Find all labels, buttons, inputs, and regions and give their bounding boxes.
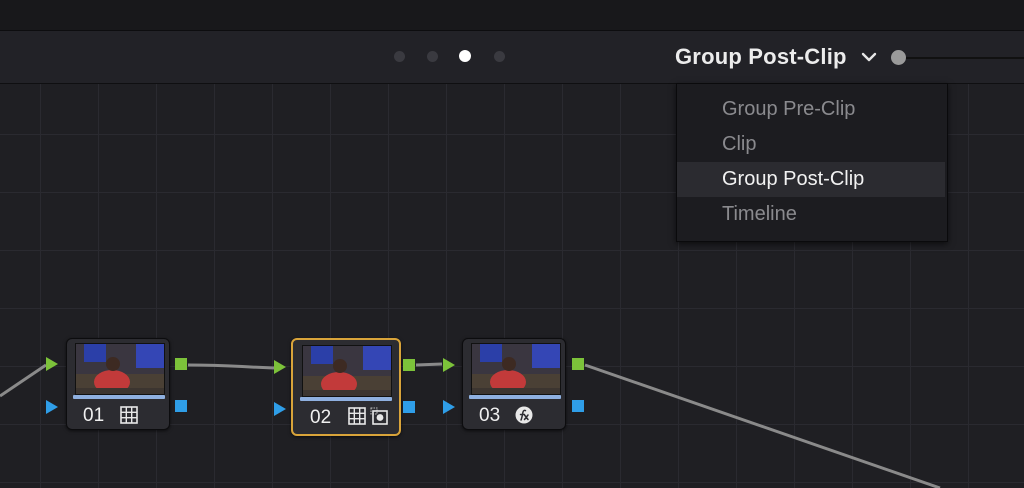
- menu-item-timeline[interactable]: Timeline: [677, 197, 945, 232]
- fx-icon: [515, 406, 533, 424]
- node-01-rgb-input[interactable]: [46, 357, 58, 371]
- node-02-key-output[interactable]: [403, 401, 415, 413]
- connection-01-to-02: [187, 363, 277, 370]
- node-03-key-input[interactable]: [443, 400, 455, 414]
- window-icon: [370, 407, 388, 425]
- grid-icon: [120, 406, 138, 424]
- node-thumbnail: [302, 345, 392, 397]
- top-toolbar-strip: [0, 0, 1024, 31]
- node-03[interactable]: 03: [462, 338, 566, 430]
- node-02[interactable]: 02: [291, 338, 401, 436]
- menu-item-group-post-clip[interactable]: Group Post-Clip: [677, 162, 945, 197]
- node-03-key-output[interactable]: [572, 400, 584, 412]
- connection-source-to-01: [0, 363, 47, 398]
- node-progress-bar: [469, 395, 561, 399]
- node-03-rgb-input[interactable]: [443, 358, 455, 372]
- node-progress-bar: [300, 397, 392, 401]
- node-editor-header: Group Post-Clip: [0, 31, 1024, 84]
- connection-02-to-03: [415, 362, 443, 367]
- node-01[interactable]: 01: [66, 338, 170, 430]
- node-01-key-input[interactable]: [46, 400, 58, 414]
- node-thumbnail: [75, 343, 165, 395]
- menu-item-clip[interactable]: Clip: [677, 127, 945, 162]
- page-dot-2[interactable]: [427, 51, 438, 62]
- node-02-rgb-input[interactable]: [274, 360, 286, 374]
- thumbnail-image: [472, 344, 560, 394]
- zoom-slider-track[interactable]: [898, 57, 1024, 59]
- node-02-key-input[interactable]: [274, 402, 286, 416]
- thumbnail-image: [303, 346, 391, 396]
- node-mode-label: Group Post-Clip: [675, 44, 847, 69]
- connection-03-to-output: [584, 363, 941, 488]
- chevron-down-icon: [861, 52, 876, 62]
- node-number: 02: [310, 407, 332, 428]
- node-thumbnail: [471, 343, 561, 395]
- page-dot-1[interactable]: [394, 51, 405, 62]
- node-02-rgb-output[interactable]: [403, 359, 415, 371]
- node-01-key-output[interactable]: [175, 400, 187, 412]
- node-03-rgb-output[interactable]: [572, 358, 584, 370]
- node-progress-bar: [73, 395, 165, 399]
- zoom-slider-knob[interactable]: [891, 50, 906, 65]
- thumbnail-image: [76, 344, 164, 394]
- grid-icon: [348, 407, 366, 425]
- page-dot-3-active[interactable]: [459, 50, 471, 62]
- node-mode-dropdown[interactable]: Group Post-Clip: [675, 43, 879, 71]
- node-01-rgb-output[interactable]: [175, 358, 187, 370]
- node-number: 03: [479, 405, 501, 426]
- node-number: 01: [83, 405, 105, 426]
- page-dot-4[interactable]: [494, 51, 505, 62]
- node-mode-menu: Group Pre-Clip Clip Group Post-Clip Time…: [676, 83, 948, 242]
- menu-item-group-pre-clip[interactable]: Group Pre-Clip: [677, 92, 945, 127]
